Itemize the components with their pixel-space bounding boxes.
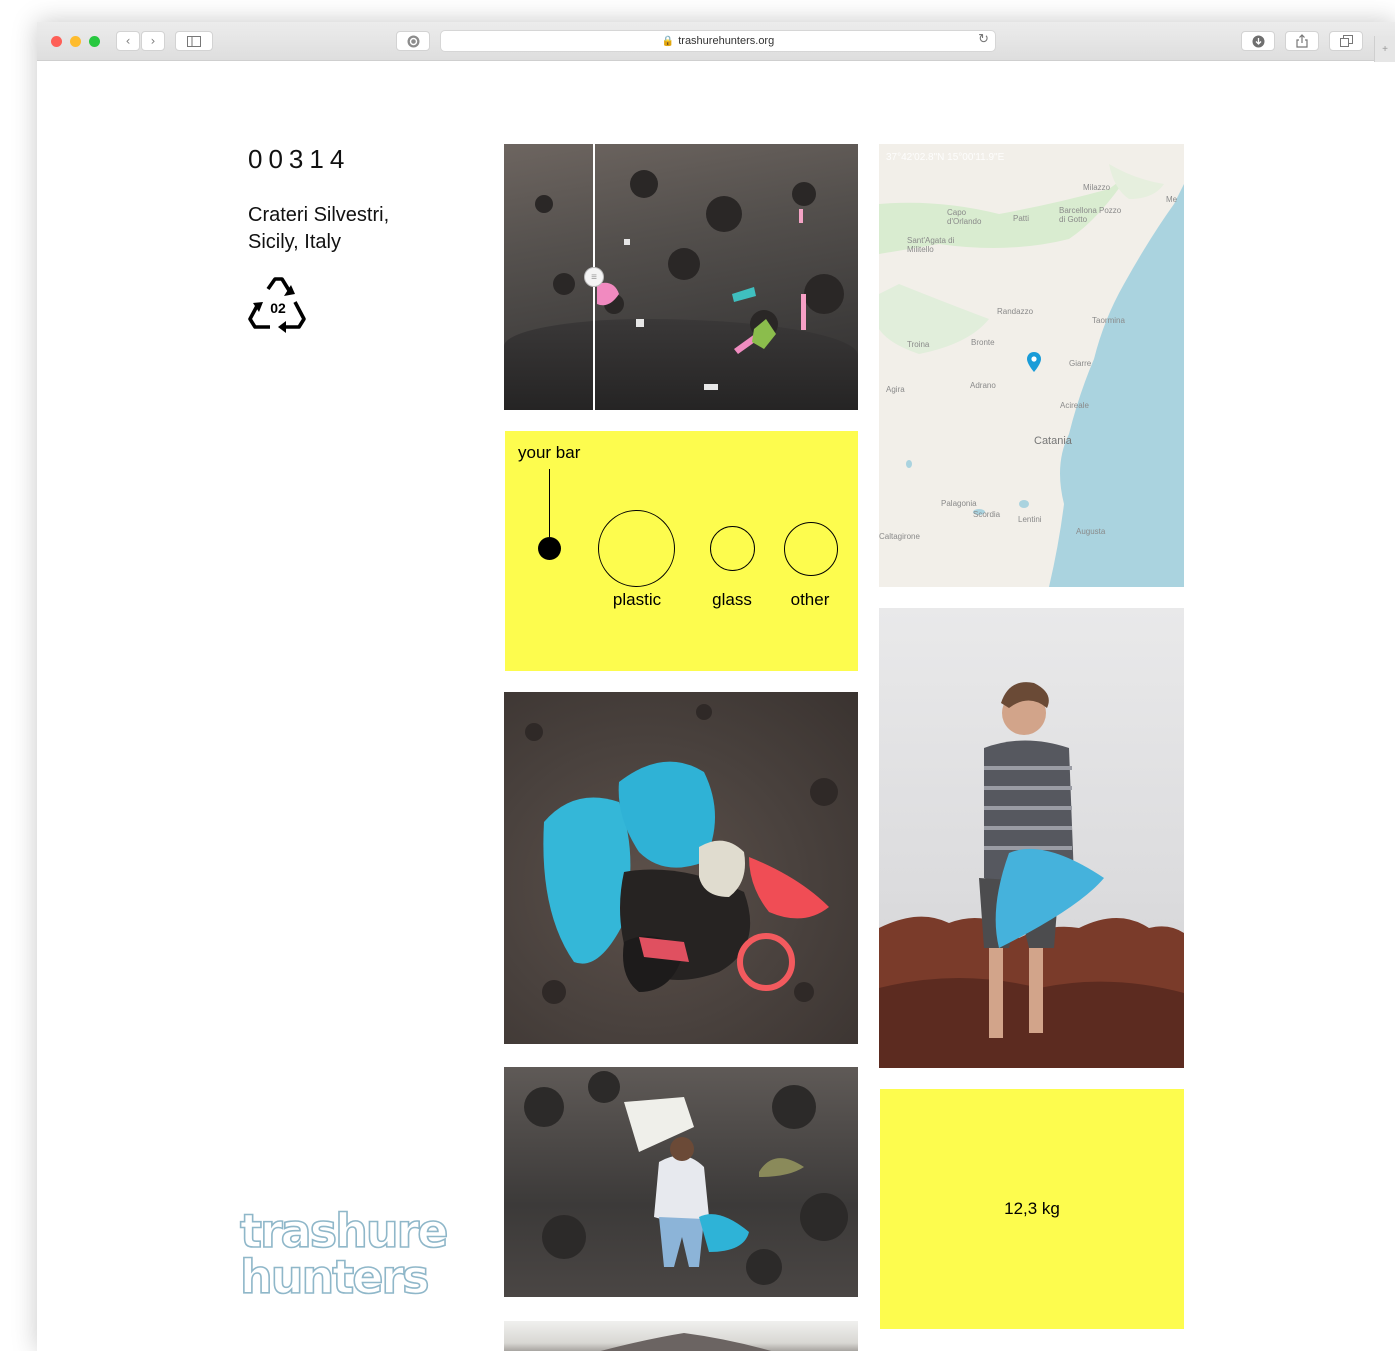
back-button[interactable]: ‹: [116, 31, 140, 51]
map-label-troina: Troina: [907, 340, 930, 349]
drag-handle-icon: ≡: [591, 271, 597, 283]
location: Crateri Silvestri, Sicily, Italy: [248, 202, 389, 256]
url-text: trashurehunters.org: [678, 35, 775, 47]
map-label-barcellona: Barcellona Pozzo di Gotto: [1059, 206, 1122, 224]
map-label-caltagirone: Caltagirone: [879, 532, 920, 541]
volcano-shapes: [600, 1333, 772, 1351]
grammarly-icon: [407, 35, 419, 47]
downloads-button[interactable]: [1241, 31, 1275, 51]
extension-button[interactable]: [396, 31, 430, 51]
chevron-left-icon: ‹: [125, 34, 131, 48]
map-label-randazzo: Randazzo: [997, 307, 1034, 316]
address-bar[interactable]: 🔒 trashurehunters.org ↻: [440, 30, 996, 52]
sidebar-toggle-button[interactable]: [175, 31, 213, 51]
collected-trash-photo[interactable]: [504, 692, 858, 1044]
reload-icon[interactable]: ↻: [978, 32, 989, 47]
minimize-window-button[interactable]: [70, 36, 81, 47]
page-content: 00314 Crateri Silvestri, Sicily, Italy 0…: [37, 61, 1395, 1351]
new-tab-button[interactable]: +: [1374, 36, 1395, 62]
recycle-icon: 02: [248, 277, 306, 333]
trashure-hunters-logo[interactable]: trashure hunters: [239, 1204, 449, 1304]
recycle-code: 02: [270, 300, 286, 316]
location-line-1: Crateri Silvestri,: [248, 204, 390, 226]
lock-icon: 🔒: [661, 35, 675, 47]
your-bar-label: your bar: [518, 443, 581, 462]
volunteer-portrait-photo[interactable]: [879, 608, 1184, 1068]
close-window-button[interactable]: [51, 36, 62, 47]
your-bar-line: [549, 469, 550, 537]
map-label-scordia: Scordia: [973, 510, 1001, 519]
logo-line-1: trashure: [239, 1204, 449, 1258]
share-icon: [1296, 34, 1308, 48]
trash-bags-shapes: [525, 704, 838, 1004]
record-number: 00314: [248, 144, 351, 174]
map-label-santagata: Sant'Agata di Militello: [907, 236, 955, 254]
map-label-giarre: Giarre: [1069, 359, 1092, 368]
chevron-right-icon: ›: [150, 34, 156, 48]
map-label-taormina: Taormina: [1092, 316, 1125, 325]
your-bar-dot[interactable]: [538, 537, 561, 560]
glass-circle[interactable]: [710, 526, 755, 571]
map-label-palagonia: Palagonia: [941, 499, 977, 508]
map-label-agira: Agira: [886, 385, 905, 394]
map-label-milazzo: Milazzo: [1083, 183, 1111, 192]
tabs-overview-button[interactable]: [1329, 31, 1363, 51]
portrait-shapes: [879, 682, 1184, 1068]
volcano-landscape-photo[interactable]: [504, 1321, 858, 1351]
volunteer-collecting-photo[interactable]: [504, 1067, 858, 1297]
location-map[interactable]: 37°42'02.8"N 15°00'11.9"E Milazzo Barcel…: [879, 144, 1184, 587]
forward-button[interactable]: ›: [141, 31, 165, 51]
download-icon: [1252, 35, 1264, 47]
map-label-messina: Me: [1166, 195, 1178, 204]
map-coordinates: 37°42'02.8"N 15°00'11.9"E: [886, 152, 1005, 163]
map-label-patti: Patti: [1013, 214, 1030, 223]
collected-weight: 12,3 kg: [1004, 1199, 1060, 1218]
glass-label: glass: [712, 590, 752, 609]
plastic-circle[interactable]: [598, 510, 675, 587]
location-line-2: Sicily, Italy: [248, 231, 341, 253]
zoom-window-button[interactable]: [89, 36, 100, 47]
map-label-bronte: Bronte: [971, 338, 995, 347]
map-label-catania: Catania: [1034, 435, 1072, 447]
other-label: other: [790, 590, 830, 609]
browser-window: ‹ › 🔒 trashurehunters.org ↻ + 00314 Crat…: [37, 22, 1395, 1351]
trash-composition-card: your bar plastic glass other: [505, 431, 858, 671]
plus-icon: +: [1382, 43, 1388, 55]
sidebar-icon: [187, 35, 201, 47]
logo-line-2: hunters: [239, 1250, 430, 1304]
other-circle[interactable]: [784, 522, 838, 576]
map-label-adrano: Adrano: [970, 381, 996, 390]
tabs-icon: [1339, 35, 1353, 47]
volunteer-shapes: [524, 1071, 848, 1285]
comparison-slider-handle[interactable]: ≡: [584, 267, 604, 287]
browser-toolbar: ‹ › 🔒 trashurehunters.org ↻ +: [37, 22, 1395, 62]
before-after-photo[interactable]: ≡: [504, 144, 858, 410]
weight-card: 12,3 kg: [880, 1089, 1184, 1329]
plastic-label: plastic: [612, 590, 662, 609]
map-pin-icon[interactable]: [1027, 352, 1041, 372]
map-label-lentini: Lentini: [1018, 515, 1042, 524]
map-label-capo-dorlando: Capo d'Orlando: [947, 208, 982, 226]
map-label-augusta: Augusta: [1076, 527, 1106, 536]
map-label-acireale: Acireale: [1060, 401, 1089, 410]
share-button[interactable]: [1285, 31, 1319, 51]
litter-shapes: [535, 170, 844, 390]
